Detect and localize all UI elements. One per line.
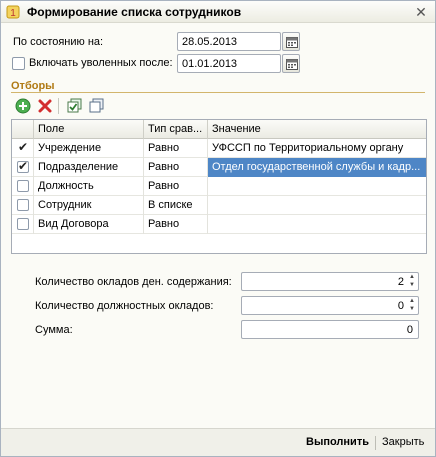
cell-field: Сотрудник [34,196,144,215]
table-row[interactable]: Вид Договора Равно [12,215,426,234]
title-bar: 1 Формирование списка сотрудников ✕ [1,1,435,23]
calendar-icon [286,37,298,48]
positions-field[interactable]: 0 ▲ ▼ [241,296,419,315]
state-date-calendar-button[interactable] [282,32,300,51]
close-icon[interactable]: ✕ [413,4,429,20]
footer-bar: Выполнить Закрыть [1,428,435,456]
sum-value: 0 [406,324,413,336]
positions-label: Количество должностных окладов: [35,300,214,312]
check-icon: ✔ [18,159,29,173]
footer-separator [375,436,376,450]
column-header-field[interactable]: Поле [34,120,144,139]
salaries-value: 2 [397,276,404,288]
table-row[interactable]: ✔ Учреждение Равно УФССП по Территориаль… [12,139,426,158]
cell-compare[interactable]: Равно [144,177,208,196]
filters-table: Поле Тип срав... Значение ✔ Учреждение Р… [11,119,427,254]
stepper-up-icon[interactable]: ▲ [407,298,417,305]
salaries-stepper[interactable]: ▲ ▼ [407,274,417,289]
cell-value[interactable] [208,177,426,196]
include-dismissed-label: Включать уволенных после: [29,57,173,69]
check-all-icon[interactable] [67,98,83,114]
app-icon: 1 [6,5,20,19]
include-dismissed-checkbox[interactable] [12,57,25,70]
positions-stepper[interactable]: ▲ ▼ [407,298,417,313]
table-row[interactable]: Сотрудник В списке [12,196,426,215]
svg-text:1: 1 [10,8,16,19]
stepper-down-icon[interactable]: ▼ [407,306,417,313]
table-header: Поле Тип срав... Значение [12,120,426,139]
state-date-label: По состоянию на: [13,36,104,48]
sum-field[interactable]: 0 [241,320,419,339]
cell-field: Вид Договора [34,215,144,234]
row-checkbox[interactable] [12,215,34,234]
cell-value[interactable] [208,196,426,215]
section-divider [11,92,425,93]
add-icon[interactable] [15,98,31,114]
dismissed-date-calendar-button[interactable] [282,54,300,73]
state-date-field[interactable]: 28.05.2013 [177,32,281,51]
cell-value[interactable] [208,215,426,234]
salaries-label: Количество окладов ден. содержания: [35,276,232,288]
row-checkbox[interactable] [12,177,34,196]
column-header-value[interactable]: Значение [208,120,426,139]
dismissed-date-field[interactable]: 01.01.2013 [177,54,281,73]
window-title: Формирование списка сотрудников [27,5,242,19]
row-checkbox[interactable] [12,196,34,215]
stepper-down-icon[interactable]: ▼ [407,282,417,289]
run-button[interactable]: Выполнить [306,436,369,448]
cell-field: Подразделение [34,158,144,177]
filters-section-title: Отборы [11,80,55,92]
salaries-field[interactable]: 2 ▲ ▼ [241,272,419,291]
column-header-check [12,120,34,139]
cell-field: Учреждение [34,139,144,158]
calendar-icon [286,59,298,70]
row-checkbox[interactable]: ✔ [12,139,34,158]
close-button[interactable]: Закрыть [382,436,424,448]
cell-compare[interactable]: В списке [144,196,208,215]
cell-compare[interactable]: Равно [144,215,208,234]
table-row[interactable]: ✔ Подразделение Равно Отдел государствен… [12,158,426,177]
table-row[interactable]: Должность Равно [12,177,426,196]
dismissed-date-value: 01.01.2013 [182,58,238,70]
column-header-compare[interactable]: Тип срав... [144,120,208,139]
uncheck-all-icon[interactable] [89,98,105,114]
stepper-up-icon[interactable]: ▲ [407,274,417,281]
dialog-window: 1 Формирование списка сотрудников ✕ По с… [0,0,436,457]
cell-value[interactable]: УФССП по Территориальному органу [208,139,426,158]
delete-icon[interactable] [37,98,53,114]
sum-label: Сумма: [35,324,73,336]
cell-field: Должность [34,177,144,196]
cell-compare[interactable]: Равно [144,158,208,177]
state-date-value: 28.05.2013 [182,36,238,48]
check-icon: ✔ [18,140,29,154]
positions-value: 0 [397,300,404,312]
cell-compare[interactable]: Равно [144,139,208,158]
toolbar-separator [58,98,59,114]
row-checkbox[interactable]: ✔ [12,158,34,177]
cell-value[interactable]: Отдел государственной службы и кадр... [208,158,426,177]
